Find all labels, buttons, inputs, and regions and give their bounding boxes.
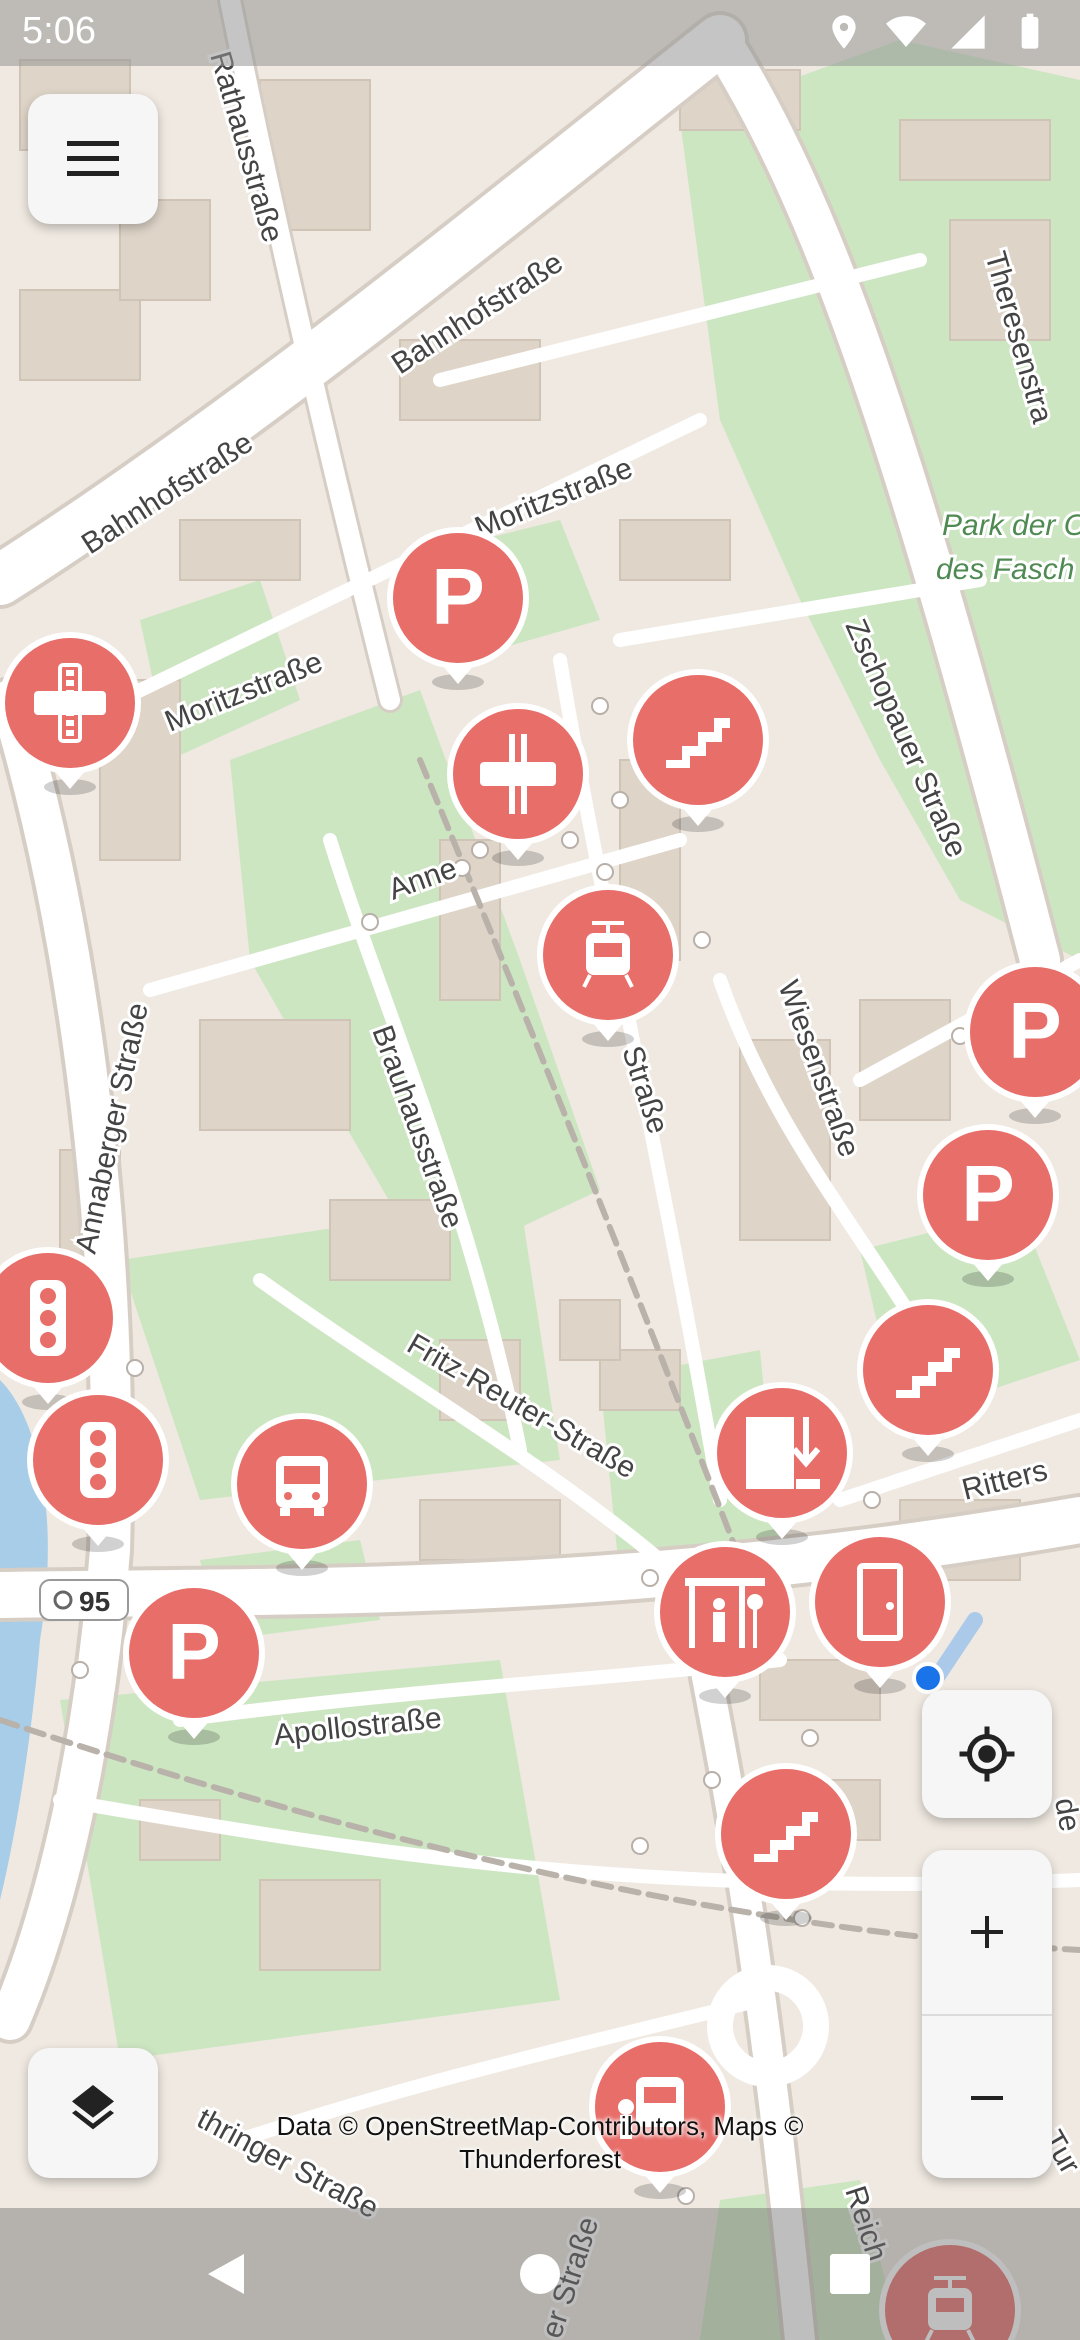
parking-icon: P bbox=[961, 1149, 1014, 1238]
cellular-signal-icon bbox=[951, 15, 985, 49]
map-attribution[interactable]: Data © OpenStreetMap-Contributors, Maps … bbox=[240, 2110, 840, 2176]
svg-text:P: P bbox=[1008, 986, 1061, 1075]
parking-icon: P bbox=[1008, 986, 1061, 1075]
back-button[interactable] bbox=[196, 2244, 256, 2304]
traffic-signals-icon bbox=[80, 1422, 116, 1498]
plus-icon bbox=[971, 1916, 1003, 1948]
street-label-de: de bbox=[1048, 1795, 1080, 1834]
parking-icon: P bbox=[431, 552, 484, 641]
svg-text:P: P bbox=[961, 1149, 1014, 1238]
navigation-bar bbox=[0, 2208, 1080, 2340]
minus-icon bbox=[971, 2096, 1003, 2100]
park-label: Park der O bbox=[942, 509, 1080, 542]
zoom-controls bbox=[922, 1850, 1052, 2178]
status-icons bbox=[824, 12, 1050, 52]
my-location-button[interactable] bbox=[922, 1690, 1052, 1818]
recents-button[interactable] bbox=[820, 2244, 880, 2304]
battery-icon bbox=[1021, 13, 1039, 49]
svg-text:P: P bbox=[431, 552, 484, 641]
bus-route-shield: 95 bbox=[39, 1579, 129, 1621]
status-bar: 5:06 bbox=[0, 0, 1080, 66]
home-button[interactable] bbox=[510, 2244, 570, 2304]
my-location-icon bbox=[959, 1726, 1015, 1782]
traffic-signals-icon bbox=[30, 1280, 66, 1356]
status-time: 5:06 bbox=[22, 10, 96, 52]
recents-icon bbox=[830, 2254, 870, 2294]
zoom-in-button[interactable] bbox=[922, 1850, 1052, 2014]
back-icon bbox=[208, 2254, 244, 2294]
home-icon bbox=[520, 2254, 560, 2294]
svg-text:P: P bbox=[167, 1607, 220, 1696]
location-icon bbox=[832, 15, 856, 49]
bus-route-number: 95 bbox=[79, 1586, 110, 1617]
wifi-icon bbox=[886, 16, 926, 47]
park-label: des Fasch bbox=[936, 553, 1074, 586]
attribution-line-1: Data © OpenStreetMap-Contributors, Maps … bbox=[276, 2111, 804, 2141]
zoom-out-button[interactable] bbox=[922, 2014, 1052, 2180]
hamburger-menu-icon bbox=[67, 141, 119, 176]
current-location-dot bbox=[912, 1662, 944, 1694]
parking-icon: P bbox=[167, 1607, 220, 1696]
layers-button[interactable] bbox=[28, 2048, 158, 2178]
attribution-line-2: Thunderforest bbox=[459, 2144, 621, 2174]
bus-stop-icon bbox=[276, 1456, 328, 1516]
menu-button[interactable] bbox=[28, 94, 158, 224]
map-canvas[interactable]: Rathausstraße Bahnhofstraße Bahnhofstraß… bbox=[0, 0, 1080, 2340]
layers-icon bbox=[72, 2085, 114, 2130]
